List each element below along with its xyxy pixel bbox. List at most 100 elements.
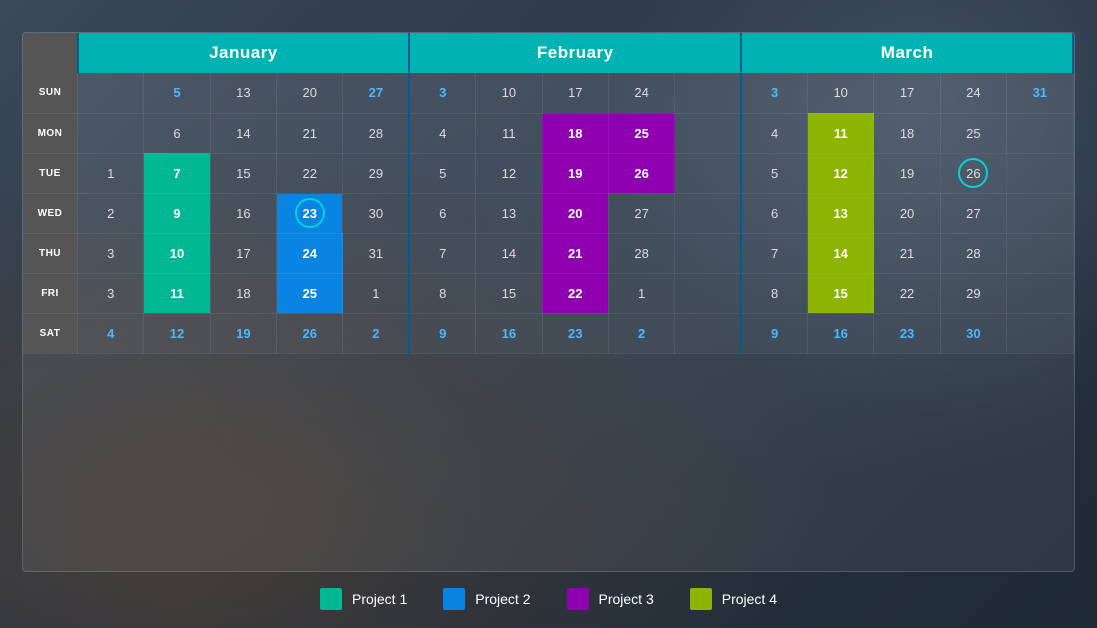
jan-cell-4-3: 24	[277, 233, 343, 273]
legend: Project 1 Project 2 Project 3 Project 4	[22, 584, 1075, 614]
legend-color-proj1	[320, 588, 342, 610]
corner-cell	[23, 33, 78, 73]
row-label-thu: THU	[23, 233, 78, 273]
jan-cell-1-2: 14	[210, 113, 276, 153]
feb-cell-6-2: 23	[542, 313, 608, 353]
jan-cell-0-0	[78, 73, 144, 113]
jan-cell-4-0: 3	[78, 233, 144, 273]
jan-cell-2-2: 15	[210, 153, 276, 193]
feb-cell-1-3: 25	[608, 113, 674, 153]
feb-cell-2-4	[675, 153, 741, 193]
legend-item-proj4: Project 4	[690, 588, 777, 610]
feb-cell-3-2: 20	[542, 193, 608, 233]
mar-cell-0-3: 24	[940, 73, 1006, 113]
calendar-row-sun: SUN51320273101724310172431	[23, 73, 1073, 113]
jan-cell-0-1: 5	[144, 73, 210, 113]
jan-cell-0-3: 20	[277, 73, 343, 113]
mar-cell-5-1: 15	[808, 273, 874, 313]
jan-cell-2-3: 22	[277, 153, 343, 193]
row-label-mon: MON	[23, 113, 78, 153]
mar-cell-3-4	[1007, 193, 1073, 233]
jan-cell-3-4: 30	[343, 193, 409, 233]
mar-cell-5-0: 8	[741, 273, 807, 313]
jan-cell-5-0: 3	[78, 273, 144, 313]
feb-cell-4-3: 28	[608, 233, 674, 273]
feb-cell-6-1: 16	[476, 313, 542, 353]
mar-cell-1-0: 4	[741, 113, 807, 153]
jan-cell-4-4: 31	[343, 233, 409, 273]
legend-label-proj3: Project 3	[599, 591, 654, 607]
calendar-table: January February March SUN51320273101724…	[23, 33, 1074, 354]
mar-cell-0-1: 10	[808, 73, 874, 113]
feb-cell-2-3: 26	[608, 153, 674, 193]
mar-cell-4-3: 28	[940, 233, 1006, 273]
jan-cell-1-0	[78, 113, 144, 153]
calendar-row-mon: MON614212841118254111825	[23, 113, 1073, 153]
jan-cell-6-4: 2	[343, 313, 409, 353]
row-label-fri: FRI	[23, 273, 78, 313]
legend-color-proj4	[690, 588, 712, 610]
jan-cell-2-0: 1	[78, 153, 144, 193]
mar-cell-2-3: 26	[940, 153, 1006, 193]
feb-cell-4-2: 21	[542, 233, 608, 273]
legend-label-proj2: Project 2	[475, 591, 530, 607]
feb-cell-5-4	[675, 273, 741, 313]
jan-cell-1-3: 21	[277, 113, 343, 153]
mar-cell-1-3: 25	[940, 113, 1006, 153]
jan-cell-5-1: 11	[144, 273, 210, 313]
jan-cell-5-4: 1	[343, 273, 409, 313]
feb-cell-0-4	[675, 73, 741, 113]
jan-cell-2-1: 7	[144, 153, 210, 193]
jan-cell-4-2: 17	[210, 233, 276, 273]
mar-cell-3-1: 13	[808, 193, 874, 233]
mar-cell-6-2: 23	[874, 313, 940, 353]
feb-cell-4-4	[675, 233, 741, 273]
jan-cell-3-3: 23	[277, 193, 343, 233]
feb-cell-5-2: 22	[542, 273, 608, 313]
mar-cell-5-4	[1007, 273, 1073, 313]
mar-cell-6-1: 16	[808, 313, 874, 353]
jan-cell-6-1: 12	[144, 313, 210, 353]
legend-color-proj3	[567, 588, 589, 610]
feb-cell-0-1: 10	[476, 73, 542, 113]
mar-cell-1-2: 18	[874, 113, 940, 153]
jan-cell-1-4: 28	[343, 113, 409, 153]
feb-cell-6-0: 9	[409, 313, 475, 353]
jan-cell-6-3: 26	[277, 313, 343, 353]
feb-cell-1-1: 11	[476, 113, 542, 153]
march-header: March	[741, 33, 1073, 73]
mar-cell-0-2: 17	[874, 73, 940, 113]
feb-cell-2-1: 12	[476, 153, 542, 193]
mar-cell-3-3: 27	[940, 193, 1006, 233]
mar-cell-2-1: 12	[808, 153, 874, 193]
january-header: January	[78, 33, 410, 73]
jan-cell-1-1: 6	[144, 113, 210, 153]
mar-cell-3-2: 20	[874, 193, 940, 233]
mar-cell-6-0: 9	[741, 313, 807, 353]
legend-label-proj4: Project 4	[722, 591, 777, 607]
feb-cell-0-0: 3	[409, 73, 475, 113]
legend-label-proj1: Project 1	[352, 591, 407, 607]
legend-item-proj2: Project 2	[443, 588, 530, 610]
feb-cell-1-4	[675, 113, 741, 153]
feb-cell-3-3: 27	[608, 193, 674, 233]
mar-cell-2-2: 19	[874, 153, 940, 193]
feb-cell-4-0: 7	[409, 233, 475, 273]
mar-cell-0-0: 3	[741, 73, 807, 113]
mar-cell-1-1: 11	[808, 113, 874, 153]
feb-cell-6-3: 2	[608, 313, 674, 353]
mar-cell-4-2: 21	[874, 233, 940, 273]
feb-cell-3-0: 6	[409, 193, 475, 233]
feb-cell-0-3: 24	[608, 73, 674, 113]
calendar-wrapper: January February March SUN51320273101724…	[22, 32, 1075, 572]
jan-cell-4-1: 10	[144, 233, 210, 273]
mar-cell-5-2: 22	[874, 273, 940, 313]
feb-cell-5-1: 15	[476, 273, 542, 313]
jan-cell-3-0: 2	[78, 193, 144, 233]
jan-cell-6-0: 4	[78, 313, 144, 353]
row-label-wed: WED	[23, 193, 78, 233]
jan-cell-0-2: 13	[210, 73, 276, 113]
jan-cell-6-2: 19	[210, 313, 276, 353]
jan-cell-5-2: 18	[210, 273, 276, 313]
mar-cell-2-4	[1007, 153, 1073, 193]
